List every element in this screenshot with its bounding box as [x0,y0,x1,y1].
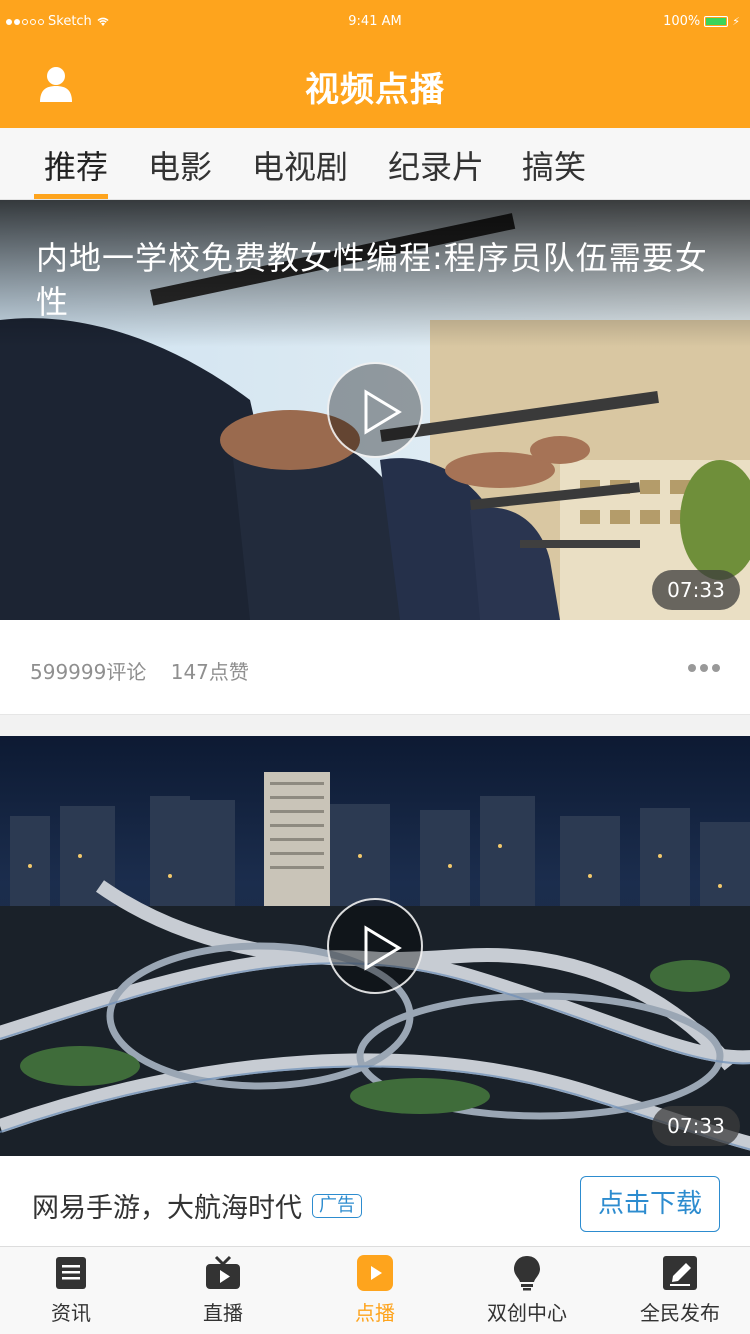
download-button[interactable]: 点击下载 [580,1176,720,1232]
play-icon [364,389,402,435]
battery-status: 100% ⚡ [663,14,740,29]
tab-documentary[interactable]: 纪录片 [388,142,484,188]
ad-title[interactable]: 网易手游，大航海时代 [32,1186,302,1225]
battery-icon [704,16,729,27]
status-time: 9:41 AM [348,14,402,29]
ad-info: 网易手游，大航海时代 广告 [32,1186,362,1225]
card-divider [0,714,750,736]
tab-comedy[interactable]: 搞笑 [522,142,586,188]
active-tab-indicator [34,194,108,199]
tv-icon [206,1255,240,1289]
video-stats: 599999评论 147点赞 [30,656,267,685]
play-icon [357,1255,393,1291]
edit-icon [663,1256,697,1290]
app-header: Sketch 9:41 AM 100% ⚡ 视频点播 [0,0,750,128]
tabbar-label: 直播 [203,1301,243,1325]
ad-badge: 广告 [312,1193,362,1218]
tabbar-label: 资讯 [51,1301,91,1325]
video-duration: 07:33 [652,570,740,610]
play-button[interactable] [327,898,423,994]
tab-recommended[interactable]: 推荐 [44,142,108,188]
tab-tv-series[interactable]: 电视剧 [252,142,348,188]
play-icon [364,925,402,971]
tabbar-item-news[interactable]: 资讯 [0,1247,146,1334]
charging-icon: ⚡ [732,15,740,28]
video-duration: 07:33 [652,1106,740,1146]
tabbar-item-publish[interactable]: 全民发布 [605,1247,750,1334]
category-tabs: 推荐 电影 电视剧 纪录片 搞笑 [0,128,750,200]
tab-movies[interactable]: 电影 [148,142,212,188]
tabbar-item-innovation[interactable]: 双创中心 [452,1247,602,1334]
bulb-icon [514,1256,540,1291]
document-icon [56,1257,86,1289]
page-title: 视频点播 [305,70,445,110]
tabbar-label: 全民发布 [640,1301,720,1325]
comment-count[interactable]: 599999评论 [30,660,146,684]
tabbar-label: 双创中心 [487,1301,567,1325]
status-bar: Sketch 9:41 AM 100% ⚡ [0,0,750,40]
battery-percent: 100% [663,14,701,29]
more-options-icon[interactable] [688,660,720,676]
tabbar-item-vod[interactable]: 点播 [300,1247,450,1334]
tabbar-item-live[interactable]: 直播 [148,1247,298,1334]
play-button[interactable] [327,362,423,458]
bottom-tab-bar: 资讯 直播 点播 双创中心 全民发布 [0,1246,750,1334]
video-title[interactable]: 内地一学校免费教女性编程:程序员队伍需要女性 [36,236,726,324]
like-count[interactable]: 147点赞 [171,660,249,684]
tabbar-label: 点播 [355,1301,395,1325]
